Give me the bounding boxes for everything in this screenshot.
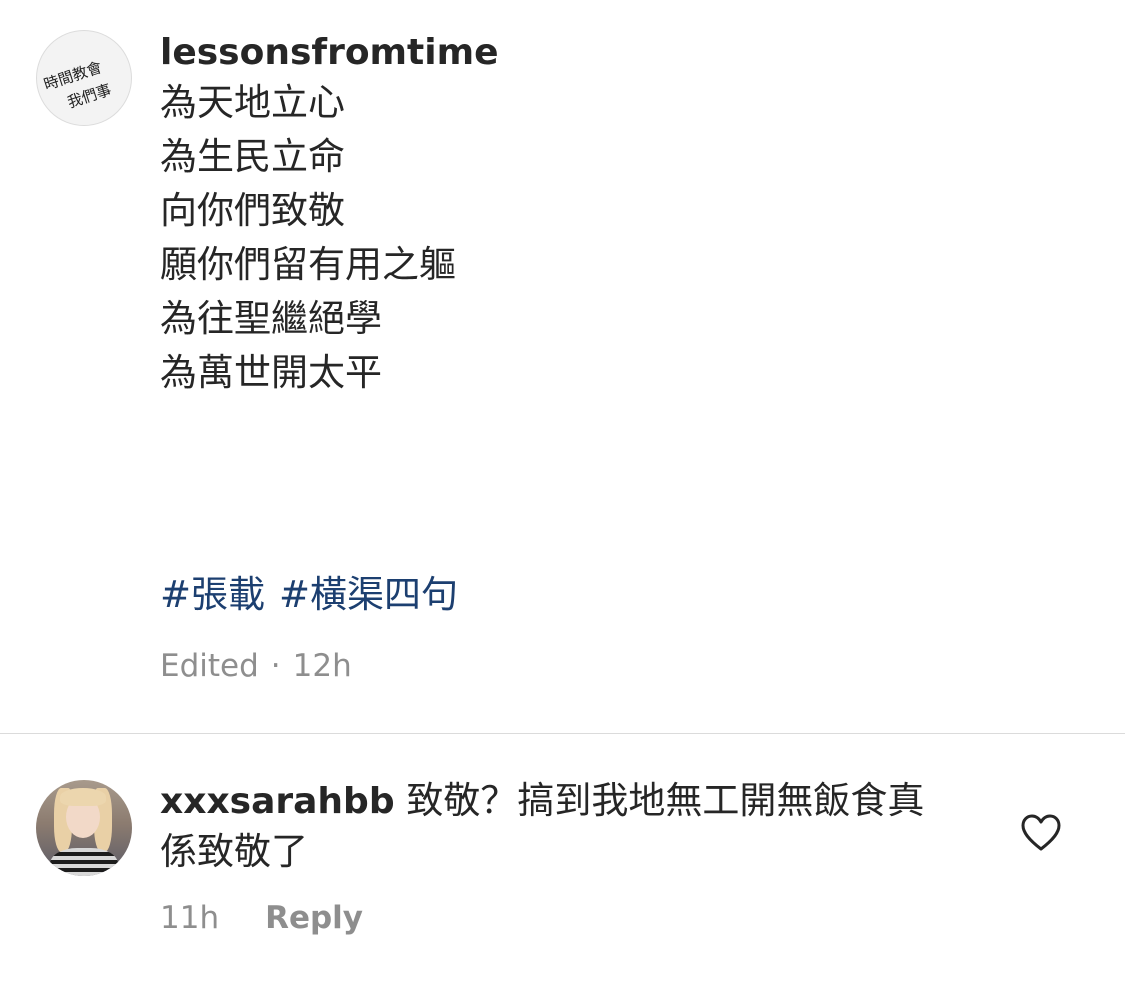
post-author-username[interactable]: lessonsfromtime <box>160 30 1060 76</box>
avatar-logo-text: 我們事 <box>65 80 114 112</box>
reply-button[interactable]: Reply <box>265 900 363 936</box>
heart-outline-icon[interactable] <box>1021 814 1061 852</box>
comment-timestamp: 11h <box>160 900 220 936</box>
comment-meta: 11h Reply <box>160 898 363 938</box>
caption-line: 為天地立心 <box>160 81 345 124</box>
post-meta: Edited · 12h <box>160 646 352 686</box>
caption-line: 為萬世開太平 <box>160 351 382 394</box>
comment-author-avatar[interactable] <box>36 780 132 876</box>
post-author-avatar[interactable]: 時間教會 我們事 <box>36 30 132 126</box>
hashtag-link[interactable]: #張載 <box>160 573 265 616</box>
caption-line: 為生民立命 <box>160 135 345 178</box>
divider <box>0 733 1125 734</box>
comment-author-username[interactable]: xxxsarahbb <box>160 781 395 822</box>
caption-line: 向你們致敬 <box>160 189 345 232</box>
post-caption: lessonsfromtime 為天地立心 為生民立命 向你們致敬 願你們留有用… <box>160 30 1060 400</box>
post-timestamp: 12h <box>292 648 352 684</box>
comment-body: xxxsarahbb 致敬？搞到我地無工開無飯食真係致敬了 <box>160 776 950 877</box>
caption-line: 為往聖繼絕學 <box>160 297 382 340</box>
edited-label: Edited <box>160 648 259 684</box>
hashtag-list: #張載 #橫渠四句 <box>160 568 472 622</box>
caption-line: 願你們留有用之軀 <box>160 243 456 286</box>
meta-separator: · <box>270 648 281 684</box>
hashtag-link[interactable]: #橫渠四句 <box>279 573 458 616</box>
